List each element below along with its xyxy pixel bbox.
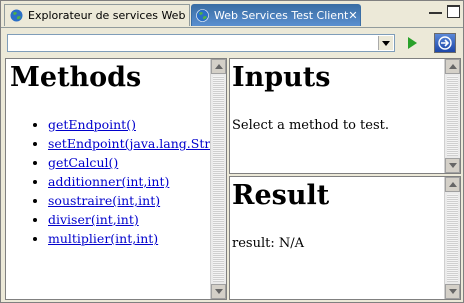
navigate-button[interactable] xyxy=(434,33,456,53)
list-item: diviser(int,int) xyxy=(48,210,208,229)
chevron-down-icon[interactable] xyxy=(378,36,393,50)
globe-icon xyxy=(196,9,209,22)
globe-icon xyxy=(10,9,23,22)
tab-label: Explorateur de services Web xyxy=(28,9,186,22)
method-link-multiplier[interactable]: multiplier(int,int) xyxy=(48,231,158,246)
inputs-pane: Inputs Select a method to test. xyxy=(229,58,461,174)
methods-list: getEndpoint() setEndpoint(java.lang.Stri… xyxy=(10,115,226,248)
address-toolbar xyxy=(1,28,463,58)
result-message: result: N/A xyxy=(232,236,304,251)
address-input[interactable] xyxy=(9,36,379,50)
tab-bar: Explorateur de services Web Web Services… xyxy=(1,1,463,28)
scroll-down-button[interactable] xyxy=(445,284,460,299)
scroll-up-button[interactable] xyxy=(445,59,460,74)
methods-heading: Methods xyxy=(10,62,142,93)
method-link-setendpoint[interactable]: setEndpoint(java.lang.String) xyxy=(48,136,226,151)
method-link-soustraire[interactable]: soustraire(int,int) xyxy=(48,193,160,208)
list-item: multiplier(int,int) xyxy=(48,229,208,248)
scroll-track[interactable] xyxy=(213,76,224,282)
result-scrollbar[interactable] xyxy=(444,177,460,299)
navigate-icon xyxy=(438,36,452,50)
method-link-getendpoint[interactable]: getEndpoint() xyxy=(48,117,136,132)
list-item: getEndpoint() xyxy=(48,115,208,134)
scroll-track[interactable] xyxy=(447,194,458,282)
tab-label: Web Services Test Client xyxy=(214,9,349,22)
scroll-up-button[interactable] xyxy=(211,59,226,74)
method-link-getcalcul[interactable]: getCalcul() xyxy=(48,155,118,170)
method-link-diviser[interactable]: diviser(int,int) xyxy=(48,212,139,227)
method-link-additionner[interactable]: additionner(int,int) xyxy=(48,174,169,189)
tab-web-services-test-client[interactable]: Web Services Test Client ✕ xyxy=(191,4,361,26)
close-icon[interactable]: ✕ xyxy=(348,9,357,22)
list-item: soustraire(int,int) xyxy=(48,191,208,210)
result-pane: Result result: N/A xyxy=(229,176,461,300)
inputs-heading: Inputs xyxy=(232,62,331,93)
scroll-down-button[interactable] xyxy=(211,284,226,299)
maximize-button[interactable] xyxy=(447,5,460,18)
scroll-down-button[interactable] xyxy=(445,158,460,173)
address-combo[interactable] xyxy=(7,34,395,52)
methods-pane: Methods getEndpoint() setEndpoint(java.l… xyxy=(5,58,227,300)
scroll-up-button[interactable] xyxy=(445,177,460,192)
go-arrow-icon[interactable] xyxy=(404,35,420,51)
list-item: setEndpoint(java.lang.String) xyxy=(48,134,226,153)
methods-scrollbar[interactable] xyxy=(210,59,226,299)
list-item: getCalcul() xyxy=(48,153,208,172)
inputs-message: Select a method to test. xyxy=(232,118,389,133)
scroll-track[interactable] xyxy=(447,76,458,156)
result-heading: Result xyxy=(232,180,330,211)
tab-web-services-explorer[interactable]: Explorateur de services Web xyxy=(4,4,190,26)
inputs-scrollbar[interactable] xyxy=(444,59,460,173)
list-item: additionner(int,int) xyxy=(48,172,208,191)
editor-window: Explorateur de services Web Web Services… xyxy=(0,0,464,303)
minimize-button[interactable] xyxy=(429,5,442,14)
